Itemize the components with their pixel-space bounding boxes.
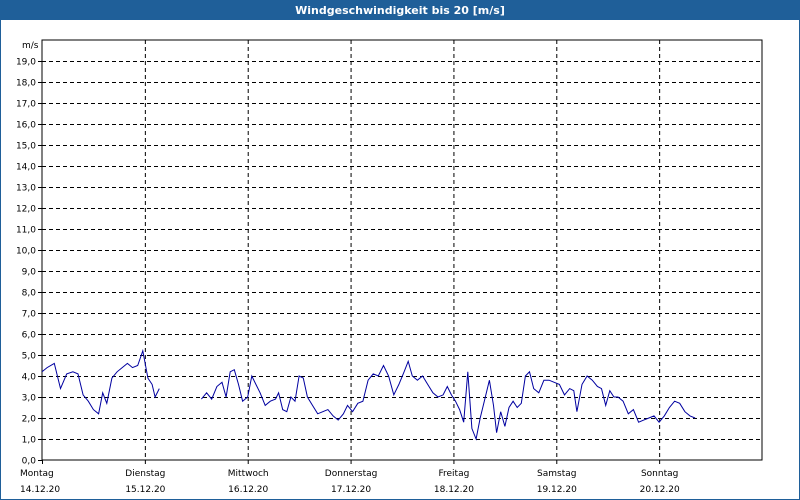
y-tick-label: 10,0 xyxy=(16,247,36,257)
x-tick-label-date: 18.12.20 xyxy=(434,485,474,495)
y-tick-label: 9,0 xyxy=(22,268,37,278)
x-tick-label-day: Donnerstag xyxy=(325,469,378,479)
x-tick-label-day: Dienstag xyxy=(125,469,165,479)
x-tick-label-date: 14.12.20 xyxy=(20,485,60,495)
x-tick-label-date: 15.12.20 xyxy=(125,485,165,495)
chart-title: Windgeschwindigkeit bis 20 [m/s] xyxy=(1,1,799,20)
x-tick-label-day: Montag xyxy=(20,469,54,479)
y-axis-unit: m/s xyxy=(22,41,39,51)
y-tick-label: 7,0 xyxy=(22,310,37,320)
y-tick-label: 2,0 xyxy=(22,415,37,425)
y-tick-label: 4,0 xyxy=(22,373,37,383)
y-tick-label: 14,0 xyxy=(16,163,36,173)
x-tick-label-day: Freitag xyxy=(439,469,470,479)
x-tick-label-day: Samstag xyxy=(537,469,576,479)
x-tick-label-day: Mittwoch xyxy=(228,469,269,479)
wind-speed-chart: 0,0 1,0 2,0 3,0 4,0 5,0 6,0 7,0 8,0 9,0 10,0 11,0 12… xyxy=(16,39,763,495)
series-line xyxy=(201,359,696,441)
y-tick-label: 18,0 xyxy=(16,79,36,89)
y-tick-label: 0,0 xyxy=(22,457,37,467)
y-tick-label: 12,0 xyxy=(16,205,36,215)
y-tick-label: 3,0 xyxy=(22,394,37,404)
y-tick-label: 19,0 xyxy=(16,58,36,68)
y-tick-label: 6,0 xyxy=(22,331,37,341)
x-tick-label-date: 16.12.20 xyxy=(228,485,268,495)
x-tick-label-date: 17.12.20 xyxy=(331,485,371,495)
y-tick-label: 15,0 xyxy=(16,142,36,152)
y-tick-label: 1,0 xyxy=(22,436,37,446)
x-tick-label-date: 19.12.20 xyxy=(537,485,577,495)
x-tick-label-date: 20.12.20 xyxy=(640,485,680,495)
x-tick-label-day: Sonntag xyxy=(641,469,678,479)
y-tick-label: 5,0 xyxy=(22,352,37,362)
y-tick-label: 13,0 xyxy=(16,184,36,194)
y-tick-label: 8,0 xyxy=(22,289,37,299)
y-tick-label: 17,0 xyxy=(16,100,36,110)
series-line xyxy=(41,348,160,415)
y-tick-label: 16,0 xyxy=(16,121,36,131)
y-tick-label: 11,0 xyxy=(16,226,36,236)
